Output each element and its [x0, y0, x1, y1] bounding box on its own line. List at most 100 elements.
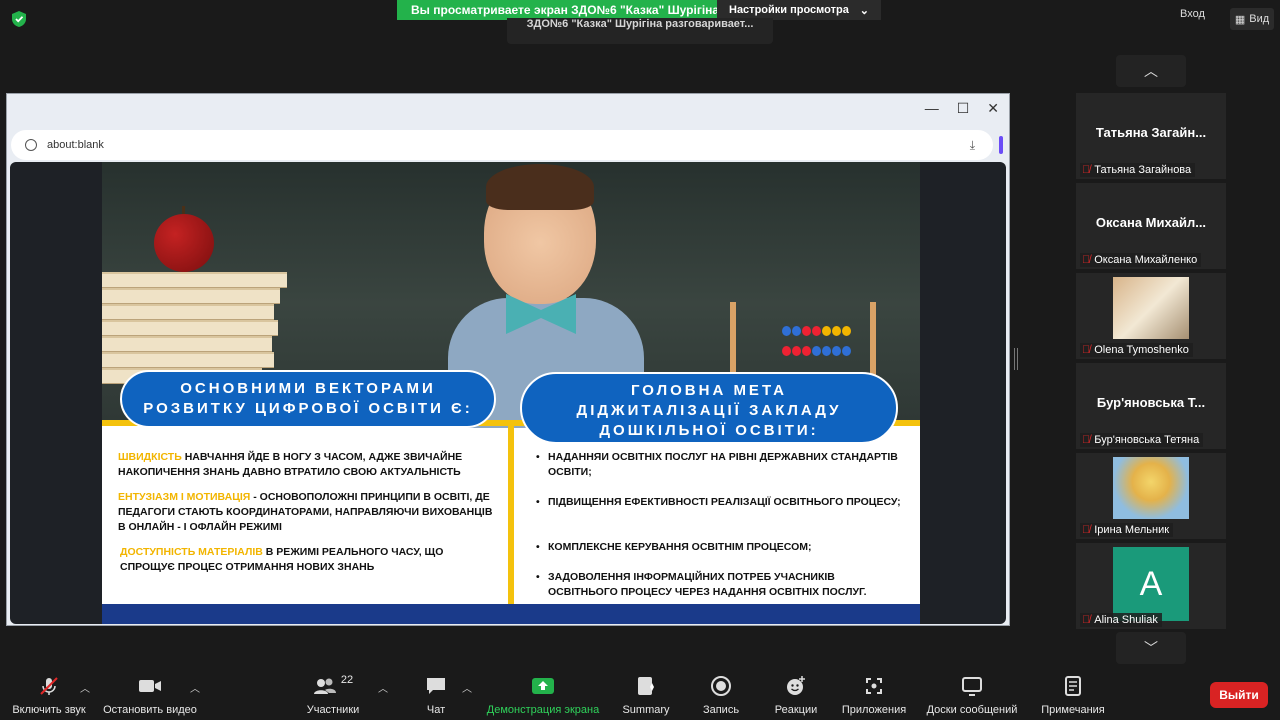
close-icon[interactable]: ✕ [987, 100, 999, 117]
view-button[interactable]: ▦ Вид [1230, 8, 1274, 30]
participants-label: Участники [306, 704, 360, 716]
participants-button[interactable]: 22 Участники [302, 674, 364, 716]
participant-video [1113, 277, 1189, 339]
scroll-indicator [999, 136, 1003, 154]
video-camera-icon [100, 674, 200, 698]
participant-label: 🎙̸ Ірина Мельник [1080, 523, 1174, 537]
minimize-icon[interactable]: — [925, 100, 939, 117]
participant-video [1113, 457, 1189, 519]
participant-name: Alina Shuliak [1094, 614, 1158, 626]
shared-screen-window: — ☐ ✕ about:blank ⤓ ОСНОВНИМИ ВЕКТОРАМИ … [6, 93, 1010, 626]
gallery-prev-button[interactable]: ︿ [1116, 55, 1186, 87]
participant-tile[interactable]: Татьяна Загайн... 🎙̸ Татьяна Загайнова [1076, 93, 1226, 179]
book [102, 304, 274, 320]
address-bar[interactable]: about:blank [11, 130, 993, 160]
vector-item: ШВИДКІСТЬ НАВЧАННЯ ЙДЕ В НОГУ З ЧАСОМ, А… [118, 450, 498, 480]
split-resize-handle[interactable] [1014, 348, 1018, 370]
browser-content: ОСНОВНИМИ ВЕКТОРАМИ РОЗВИТКУ ЦИФРОВОЇ ОС… [10, 162, 1006, 624]
reaction-emoji-icon [770, 674, 822, 698]
video-options-caret[interactable]: ︿ [190, 680, 200, 695]
goal-item: ЗАДОВОЛЕННЯ ІНФОРМАЦІЙНИХ ПОТРЕБ УЧАСНИК… [536, 570, 906, 600]
mic-muted-icon: 🎙̸ [1082, 614, 1091, 626]
participant-label: 🎙̸ Бур'яновська Тетяна [1080, 433, 1204, 447]
participants-icon: 22 [302, 674, 364, 698]
abacus-beads [782, 326, 851, 336]
participant-tile[interactable]: 🎙̸ Ірина Мельник [1076, 453, 1226, 539]
chat-options-caret[interactable]: ︿ [462, 680, 472, 695]
participant-avatar: A [1113, 547, 1189, 621]
shield-icon[interactable] [10, 10, 28, 28]
vector-item: ЕНТУЗІАЗМ І МОТИВАЦІЯ - ОСНОВОПОЛОЖНІ ПР… [118, 490, 498, 535]
window-controls: — ☐ ✕ [925, 100, 999, 117]
book [102, 288, 280, 304]
grid-view-icon: ▦ [1234, 13, 1246, 26]
heading-line: РОЗВИТКУ ЦИФРОВОЇ ОСВІТИ Є: [143, 400, 473, 417]
participant-label: 🎙̸ Alina Shuliak [1080, 613, 1162, 627]
boy-hair [486, 164, 594, 210]
view-settings-button[interactable]: Настройки просмотра ⌄ [717, 0, 881, 20]
reactions-button[interactable]: Реакции [770, 674, 822, 716]
participant-display-name: Бур'яновська Т... [1096, 395, 1206, 410]
participant-tile[interactable]: Оксана Михайл... 🎙̸ Оксана Михайленко [1076, 183, 1226, 269]
download-icon[interactable]: ⤓ [970, 138, 975, 153]
exit-button[interactable]: Вход [1180, 8, 1205, 20]
share-screen-label: Демонстрация экрана [486, 704, 600, 716]
mic-muted-icon: 🎙̸ [1082, 164, 1091, 176]
mic-muted-icon [8, 674, 90, 698]
share-screen-icon [482, 674, 604, 698]
apps-label: Приложения [841, 704, 907, 716]
unmute-button[interactable]: Включить звук [8, 674, 90, 716]
summary-label: Summary [622, 704, 670, 716]
participants-count: 22 [340, 674, 354, 686]
chat-label: Чат [426, 704, 446, 716]
participant-display-name: Оксана Михайл... [1095, 215, 1207, 230]
whiteboards-button[interactable]: Доски сообщений [922, 674, 1022, 716]
participant-name: Бур'яновська Тетяна [1094, 434, 1200, 446]
notes-icon [1038, 674, 1108, 698]
mic-muted-icon: 🎙̸ [1082, 254, 1091, 266]
apps-icon [838, 674, 910, 698]
record-label: Запись [702, 704, 740, 716]
view-label: Вид [1249, 13, 1270, 25]
share-screen-button[interactable]: Демонстрация экрана [482, 674, 604, 716]
participant-name: Татьяна Загайнова [1094, 164, 1192, 176]
whiteboards-label: Доски сообщений [926, 704, 1018, 716]
record-icon [696, 674, 746, 698]
whiteboard-icon [922, 674, 1022, 698]
mic-muted-icon: 🎙̸ [1082, 434, 1091, 446]
book [102, 336, 272, 352]
record-button[interactable]: Запись [696, 674, 746, 716]
active-speaker-indicator: ЗДО№6 "Казка" Шурігіна разговаривает... [507, 18, 773, 44]
slide-heading-left: ОСНОВНИМИ ВЕКТОРАМИ РОЗВИТКУ ЦИФРОВОЇ ОС… [120, 370, 496, 428]
participant-label: 🎙̸ Оксана Михайленко [1080, 253, 1202, 267]
participants-options-caret[interactable]: ︿ [378, 680, 388, 695]
participant-tile[interactable]: Бур'яновська Т... 🎙̸ Бур'яновська Тетяна [1076, 363, 1226, 449]
mic-muted-icon: 🎙̸ [1082, 524, 1091, 536]
reactions-label: Реакции [774, 704, 818, 716]
gallery-next-button[interactable]: ﹀ [1116, 632, 1186, 664]
participant-tile[interactable]: 🎙̸ Olena Tymoshenko [1076, 273, 1226, 359]
chevron-down-icon: ﹀ [1144, 640, 1158, 656]
heading-line: ОСНОВНИМИ ВЕКТОРАМИ [180, 380, 436, 397]
apps-button[interactable]: Приложения [838, 674, 910, 716]
stop-video-button[interactable]: Остановить видео [100, 674, 200, 716]
vector-item: ДОСТУПНІСТЬ МАТЕРІАЛІВ В РЕЖИМІ РЕАЛЬНОГ… [120, 545, 480, 575]
goal-item: КОМПЛЕКСНЕ КЕРУВАННЯ ОСВІТНІМ ПРОЦЕСОМ; [536, 540, 906, 555]
slide-heading-right: ГОЛОВНА МЕТА ДІДЖИТАЛІЗАЦІЇ ЗАКЛАДУ ДОШК… [520, 372, 898, 444]
maximize-icon[interactable]: ☐ [957, 100, 970, 117]
audio-options-caret[interactable]: ︿ [80, 680, 90, 695]
abacus-image [730, 302, 876, 382]
participant-tile[interactable]: A 🎙̸ Alina Shuliak [1076, 543, 1226, 629]
summary-icon [618, 674, 674, 698]
book [102, 320, 278, 336]
participant-label: 🎙̸ Татьяна Загайнова [1080, 163, 1196, 177]
chat-icon [416, 674, 456, 698]
summary-button[interactable]: Summary [618, 674, 674, 716]
leave-meeting-button[interactable]: Выйти [1210, 682, 1268, 708]
globe-icon [25, 139, 37, 151]
heading-line: ДІДЖИТАЛІЗАЦІЇ ЗАКЛАДУ [576, 402, 842, 419]
vector-item-highlight: ДОСТУПНІСТЬ МАТЕРІАЛІВ [120, 546, 263, 558]
chat-button[interactable]: Чат [416, 674, 456, 716]
participant-label: 🎙̸ Olena Tymoshenko [1080, 343, 1193, 357]
notes-button[interactable]: Примечания [1038, 674, 1108, 716]
